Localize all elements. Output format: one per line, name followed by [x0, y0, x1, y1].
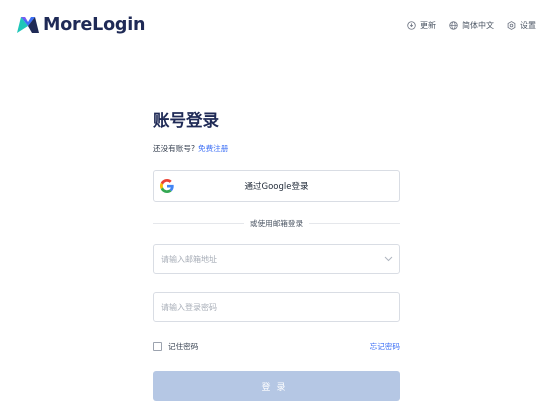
language-label: 简体中文 [462, 21, 494, 30]
google-icon [160, 179, 174, 193]
google-login-label: 通过Google登录 [244, 182, 309, 192]
language-selector[interactable]: 简体中文 [449, 20, 494, 31]
update-label: 更新 [420, 21, 436, 30]
divider-text: 或使用邮箱登录 [249, 219, 304, 228]
morelogin-m-icon [17, 17, 39, 33]
remember-label[interactable]: 记住密码 [168, 341, 198, 352]
gear-icon [507, 21, 516, 30]
password-field [153, 292, 400, 322]
signup-prompt: 还没有账号? 免费注册 [153, 143, 228, 154]
email-field [153, 244, 400, 274]
divider-line-right [309, 223, 400, 224]
morelogin-logo: MoreLogin [17, 15, 145, 35]
remember-checkbox[interactable] [153, 342, 162, 351]
login-button[interactable]: 登录 [153, 371, 400, 401]
password-input[interactable] [154, 293, 399, 321]
remember-password: 记住密码 [153, 341, 198, 352]
chevron-down-icon[interactable] [384, 256, 393, 262]
update-icon [407, 21, 416, 30]
top-navigation: 更新 简体中文 设置 [407, 20, 536, 31]
login-panel: 账号登录 还没有账号?免费注册 通过Google登录 或使用邮箱登录 记住密码 … [153, 110, 401, 401]
settings-button[interactable]: 设置 [507, 20, 536, 31]
update-button[interactable]: 更新 [407, 20, 436, 31]
forgot-password-link[interactable]: 忘记密码 [370, 341, 400, 352]
signup-link[interactable]: 免费注册 [198, 144, 228, 153]
brand-name: MoreLogin [43, 15, 146, 35]
divider: 或使用邮箱登录 [153, 218, 400, 229]
no-account-text: 还没有账号? [153, 144, 195, 153]
email-input[interactable] [154, 245, 399, 273]
google-login-button[interactable]: 通过Google登录 [153, 170, 400, 202]
divider-line-left [153, 223, 244, 224]
page-title: 账号登录 [153, 111, 219, 130]
globe-icon [449, 21, 458, 30]
settings-label: 设置 [520, 21, 536, 30]
